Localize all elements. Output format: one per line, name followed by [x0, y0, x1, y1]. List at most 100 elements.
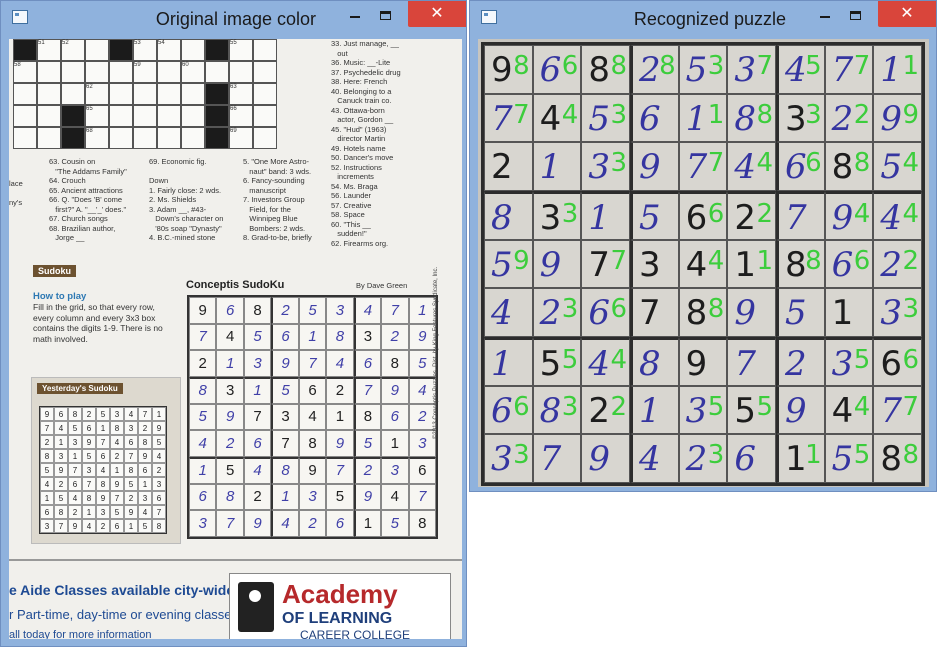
original-digit: 3	[880, 293, 902, 334]
paper-cell: 3	[243, 350, 272, 377]
grid-cell: 66	[484, 385, 533, 435]
paper-cell: 5	[326, 483, 354, 511]
recognized-puzzle-window[interactable]: Recognized puzzle ✕ 98668828533745771177…	[469, 0, 937, 492]
paper-cell: 7	[353, 376, 382, 404]
recognized-digit: 6	[853, 245, 871, 276]
paper-cell: 5	[271, 376, 299, 404]
crossword-cell	[181, 127, 205, 149]
grid-cell: 1	[532, 142, 582, 191]
grid-cell: 88	[678, 288, 728, 337]
grid-cell: 1	[630, 385, 679, 435]
grid-cell: 98	[484, 45, 533, 94]
crossword-cell	[109, 83, 133, 105]
grid-cell: 37	[727, 45, 776, 94]
mini-cell: 6	[138, 463, 152, 477]
ad-sub1: OF LEARNING	[282, 610, 393, 627]
paper-cell: 3	[353, 323, 382, 351]
mini-cell: 8	[138, 435, 152, 449]
mini-cell: 2	[82, 407, 96, 421]
title-bar[interactable]: Recognized puzzle ✕	[470, 1, 936, 33]
minimize-button[interactable]	[810, 1, 840, 27]
mini-cell: 2	[110, 449, 124, 463]
divider	[9, 559, 462, 561]
grid-cell: 7	[630, 288, 679, 337]
paper-cell: 9	[189, 297, 217, 324]
maximize-button[interactable]	[840, 1, 870, 27]
recognized-digit: 6	[902, 345, 919, 375]
original-digit: 4	[491, 293, 513, 334]
close-icon: ✕	[430, 5, 444, 22]
original-digit: 4	[588, 344, 610, 384]
crossword-cell	[253, 39, 277, 61]
original-digit: 4	[685, 244, 708, 285]
grid-cell: 33	[484, 434, 533, 483]
grid-cell: 33	[776, 93, 825, 143]
ad-name: Academy	[282, 579, 398, 609]
paper-cell: 3	[381, 456, 409, 484]
mini-cell: 1	[82, 505, 96, 519]
original-digit: 5	[831, 439, 854, 480]
yesterday-grid: 9682534717456183292139746858315627945973…	[39, 406, 167, 534]
mini-cell: 4	[110, 435, 124, 449]
original-digit: 9	[880, 98, 902, 139]
mini-cell: 7	[152, 505, 166, 519]
crossword-cell: 53	[133, 39, 157, 61]
mini-cell: 7	[68, 463, 82, 477]
grid-cell: 9	[678, 337, 728, 386]
yesterday-sudoku: Yesterday's Sudoku 968253471745618329213…	[31, 377, 181, 544]
crossword-cell: 59	[133, 61, 157, 83]
original-digit: 6	[734, 439, 756, 480]
grid-cell: 55	[824, 434, 874, 483]
recognized-digit: 9	[902, 99, 919, 130]
recognized-digit: 4	[756, 148, 773, 179]
mini-cell: 6	[110, 519, 124, 533]
mini-cell: 1	[124, 519, 138, 533]
original-digit: 2	[880, 244, 902, 285]
original-digit: 4	[639, 439, 661, 480]
grid-cell: 44	[824, 385, 874, 435]
paper-cell: 2	[408, 403, 436, 431]
minimize-button[interactable]	[340, 1, 370, 27]
mini-cell: 8	[96, 477, 110, 491]
recognized-digit: 2	[756, 199, 773, 229]
maximize-button[interactable]	[370, 1, 400, 27]
crossword-cell	[85, 61, 109, 83]
original-digit: 7	[639, 293, 661, 334]
recognized-digit: 2	[853, 99, 871, 130]
recognized-digit: 6	[707, 199, 725, 229]
grid-cell: 66	[678, 191, 728, 240]
mini-cell: 5	[138, 519, 152, 533]
paper-cell: 6	[243, 430, 272, 457]
recognized-digit: 5	[707, 391, 725, 422]
paper-cell: 9	[216, 403, 244, 431]
mini-cell: 2	[68, 505, 82, 519]
paper-cell: 1	[408, 297, 436, 324]
title-bar[interactable]: Original image color ✕	[1, 1, 466, 33]
crossword-cell	[253, 83, 277, 105]
crossword-cell	[229, 61, 253, 83]
paper-cell: 1	[326, 403, 354, 431]
paper-cell: 3	[298, 483, 327, 511]
original-image-window[interactable]: Original image color ✕ 51 52 53 54 55 58 59 60 6…	[0, 0, 467, 647]
crossword-cell: 66	[229, 105, 253, 127]
close-button[interactable]: ✕	[878, 1, 936, 27]
crossword-cell: 52	[61, 39, 85, 61]
crossword-black-cell	[205, 127, 229, 149]
original-digit: 6	[639, 98, 661, 139]
paper-cell: 5	[298, 297, 327, 324]
mini-cell: 3	[40, 519, 54, 533]
original-digit: 8	[639, 344, 661, 384]
grid-cell: 33	[873, 288, 922, 337]
original-digit: 7	[588, 244, 610, 285]
crossword-cell: 60	[181, 61, 205, 83]
paper-cell: 7	[408, 483, 436, 511]
crossword-cell	[37, 105, 61, 127]
grid-cell: 59	[484, 239, 533, 289]
grid-cell: 35	[678, 385, 728, 435]
original-digit: 5	[734, 390, 756, 431]
original-digit: 9	[588, 439, 610, 480]
close-button[interactable]: ✕	[408, 1, 466, 27]
recognized-digit: 8	[610, 51, 627, 81]
mini-cell: 4	[82, 519, 96, 533]
original-digit: 2	[831, 98, 854, 139]
